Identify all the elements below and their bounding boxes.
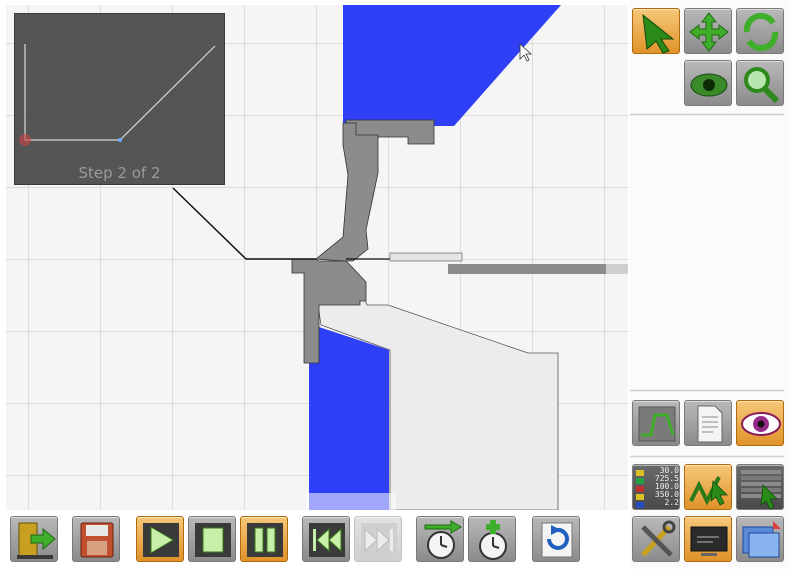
exit-icon [17, 522, 56, 559]
select-tool-button[interactable] [632, 8, 680, 54]
backgauge-bar-fade [606, 264, 628, 274]
view-tool-button[interactable] [684, 60, 732, 106]
move-tool-button[interactable] [684, 8, 732, 54]
rotate-tool-button[interactable] [736, 8, 784, 54]
document-button[interactable] [684, 400, 732, 446]
rewind-button[interactable] [302, 516, 350, 562]
window-icon [742, 521, 781, 558]
bed-fade [306, 493, 396, 510]
stop-icon [195, 523, 231, 557]
timer-add-button[interactable] [468, 516, 516, 562]
table-cursor-icon [741, 470, 781, 510]
backgauge-bar [448, 264, 620, 274]
save-icon [80, 522, 114, 558]
upper-punch [314, 122, 379, 262]
bend-point-marker [118, 138, 122, 142]
rewind-icon [309, 523, 345, 557]
tools-button[interactable] [632, 516, 680, 562]
readout-value-5: 2.2 [664, 498, 679, 507]
rotate-icon [743, 12, 779, 52]
forward-icon [361, 523, 397, 557]
stop-button[interactable] [188, 516, 236, 562]
window-button[interactable] [736, 516, 784, 562]
timer-arrow-icon [424, 520, 462, 559]
move-arrows-icon [689, 12, 729, 52]
graph-button[interactable] [632, 400, 680, 446]
bend-profile [19, 44, 216, 146]
bend-profile-line [24, 44, 216, 141]
table-cursor-button[interactable] [736, 464, 784, 510]
right-panel-divider-top [630, 113, 784, 116]
graph-icon [638, 406, 676, 442]
timer-add-icon [479, 520, 507, 560]
forward-button[interactable] [354, 516, 402, 562]
zoom-tool-button[interactable] [736, 60, 784, 106]
screen-button[interactable] [684, 516, 732, 562]
undo-icon [541, 522, 573, 558]
document-icon [697, 405, 723, 443]
play-icon [143, 523, 179, 557]
bend-cursor-button[interactable] [684, 464, 732, 510]
timer-next-button[interactable] [416, 516, 464, 562]
bend-preview-panel: Step 2 of 2 [14, 13, 225, 185]
play-button[interactable] [136, 516, 184, 562]
right-panel-divider-middle [630, 389, 784, 392]
undo-button[interactable] [532, 516, 580, 562]
mouse-cursor [519, 43, 533, 62]
magnifier-icon [744, 67, 780, 104]
numeric-readout-button[interactable]: 30.0 725.5 100.0 350.0 2.2 [632, 464, 680, 510]
exit-button[interactable] [10, 516, 58, 562]
bend-start-marker [19, 134, 31, 146]
upper-beam [343, 5, 561, 126]
pause-icon [247, 523, 283, 557]
eye-icon [690, 73, 728, 97]
save-button[interactable] [72, 516, 120, 562]
lower-bed [309, 327, 389, 510]
pause-button[interactable] [240, 516, 288, 562]
step-label: Step 2 of 2 [78, 164, 161, 182]
visibility-button[interactable] [736, 400, 784, 446]
eye-visibility-icon [741, 412, 781, 436]
backgauge-finger [389, 252, 463, 262]
arrow-cursor-icon [642, 13, 675, 54]
right-panel-divider-bottom [630, 455, 784, 458]
bend-cursor-icon [689, 476, 728, 506]
tools-icon [641, 520, 676, 557]
screen-icon [690, 526, 728, 556]
sheet-left-flange [172, 187, 316, 260]
